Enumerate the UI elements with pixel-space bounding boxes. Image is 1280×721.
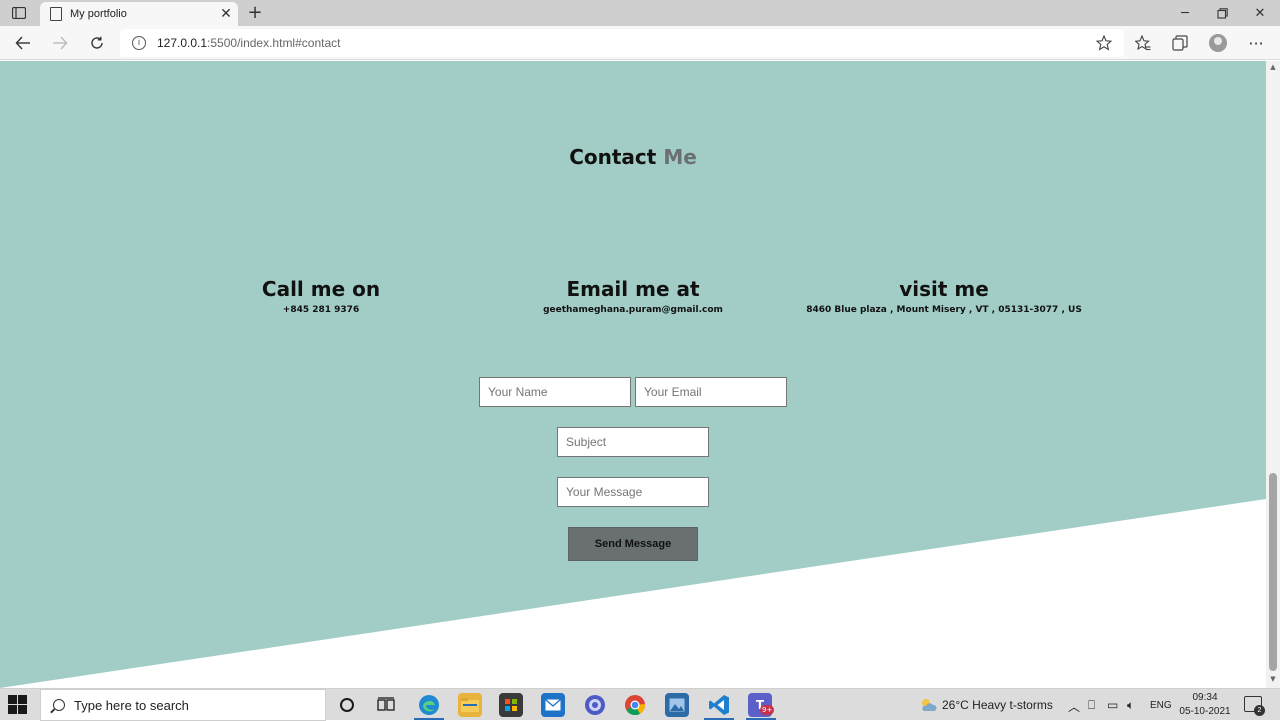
settings-menu-button[interactable]: ··· bbox=[1244, 31, 1268, 55]
tab-actions-icon bbox=[12, 7, 26, 19]
notification-count: 2 bbox=[1254, 705, 1265, 716]
url-host: 127.0.0.1 bbox=[157, 36, 208, 50]
windows-taskbar: Type here to search T 9+ 26°C Heavy t-st… bbox=[0, 688, 1280, 721]
chrome-icon[interactable] bbox=[623, 693, 647, 717]
browser-tab[interactable]: My portfolio ✕ bbox=[40, 2, 238, 26]
call-column: Call me on +845 281 9376 bbox=[171, 276, 471, 315]
name-input[interactable] bbox=[479, 377, 631, 407]
browser-toolbar: i 127.0.0.1:5500/index.html#contact ··· bbox=[0, 26, 1280, 60]
email-title: Email me at bbox=[566, 277, 700, 301]
restore-icon bbox=[1216, 7, 1228, 19]
more-icon: ··· bbox=[1248, 33, 1264, 53]
collections-button[interactable] bbox=[1168, 31, 1192, 55]
system-clock[interactable]: 09:34 05-10-2021 bbox=[1175, 691, 1235, 719]
new-tab-button[interactable]: + bbox=[246, 3, 264, 23]
weather-text[interactable]: 26°C Heavy t-storms bbox=[942, 698, 1053, 712]
url-text[interactable]: 127.0.0.1:5500/index.html#contact bbox=[157, 36, 340, 50]
address-text: 8460 Blue plaza , Mount Misery , VT , 05… bbox=[806, 305, 1082, 315]
contact-heading: Contact Me bbox=[0, 145, 1266, 169]
teams-badge: 9+ bbox=[760, 705, 775, 715]
store-icon[interactable] bbox=[499, 693, 523, 717]
scroll-thumb[interactable] bbox=[1269, 473, 1277, 671]
profile-button[interactable] bbox=[1206, 31, 1230, 55]
back-arrow-icon bbox=[15, 36, 30, 50]
email-input[interactable] bbox=[635, 377, 787, 407]
taskbar-search[interactable]: Type here to search bbox=[40, 689, 326, 721]
page-icon bbox=[50, 7, 62, 21]
profile-avatar bbox=[1209, 34, 1227, 52]
start-button[interactable] bbox=[8, 695, 28, 715]
favorites-icon bbox=[1135, 35, 1151, 51]
app-icon[interactable] bbox=[583, 693, 607, 717]
onedrive-icon[interactable]: ⎕ bbox=[1088, 698, 1095, 713]
vscode-icon[interactable] bbox=[707, 693, 731, 717]
show-hidden-icons-icon[interactable]: ︿ bbox=[1068, 698, 1080, 715]
add-favorite-icon[interactable] bbox=[1095, 34, 1113, 51]
windows-logo-icon bbox=[8, 695, 17, 704]
task-view-icon[interactable] bbox=[374, 693, 398, 717]
message-input[interactable] bbox=[557, 477, 709, 507]
visit-column: visit me 8460 Blue plaza , Mount Misery … bbox=[794, 276, 1094, 315]
photos-icon[interactable] bbox=[665, 693, 689, 717]
star-plus-icon bbox=[1095, 34, 1113, 51]
refresh-icon bbox=[91, 36, 103, 49]
page-scrollbar[interactable]: ▲ ▼ bbox=[1266, 61, 1280, 688]
weather-icon[interactable] bbox=[916, 693, 940, 717]
subject-input[interactable] bbox=[557, 427, 709, 457]
volume-icon[interactable]: 🔈︎ bbox=[1127, 698, 1134, 713]
tab-actions-button[interactable] bbox=[8, 4, 30, 22]
search-icon bbox=[53, 699, 65, 711]
address-bar[interactable]: i 127.0.0.1:5500/index.html#contact bbox=[120, 29, 1124, 57]
mail-icon[interactable] bbox=[541, 693, 565, 717]
forward-button[interactable] bbox=[48, 31, 72, 55]
teams-icon[interactable]: T 9+ bbox=[748, 693, 775, 717]
visit-title: visit me bbox=[899, 277, 989, 301]
language-indicator[interactable]: ENG bbox=[1150, 700, 1172, 711]
page-viewport: Contact Me Call me on +845 281 9376 Emai… bbox=[0, 61, 1266, 688]
search-placeholder: Type here to search bbox=[74, 697, 189, 713]
forward-arrow-icon bbox=[53, 36, 68, 50]
email-address: geethameghana.puram@gmail.com bbox=[543, 305, 723, 315]
cortana-icon[interactable] bbox=[335, 693, 359, 717]
contact-heading-main: Contact bbox=[569, 145, 657, 169]
back-button[interactable] bbox=[11, 31, 35, 55]
clock-time: 09:34 bbox=[1192, 692, 1218, 703]
scroll-up-icon[interactable]: ▲ bbox=[1266, 61, 1280, 73]
edge-icon[interactable] bbox=[417, 693, 441, 717]
scroll-down-icon[interactable]: ▼ bbox=[1266, 673, 1280, 685]
send-message-button[interactable]: Send Message bbox=[568, 527, 698, 561]
close-window-button[interactable]: ✕ bbox=[1247, 4, 1273, 22]
refresh-button[interactable] bbox=[85, 31, 109, 55]
browser-tab-bar: My portfolio ✕ + ─ ✕ bbox=[0, 0, 1280, 26]
call-title: Call me on bbox=[261, 277, 381, 301]
file-explorer-icon[interactable] bbox=[458, 693, 482, 717]
favorites-button[interactable] bbox=[1131, 31, 1155, 55]
battery-icon[interactable]: ▭ bbox=[1107, 698, 1118, 712]
info-icon[interactable]: i bbox=[132, 36, 146, 50]
tab-title: My portfolio bbox=[70, 8, 127, 20]
maximize-button[interactable] bbox=[1209, 4, 1235, 22]
url-path: :5500/index.html#contact bbox=[207, 36, 341, 50]
minimize-button[interactable]: ─ bbox=[1172, 4, 1198, 22]
collections-icon bbox=[1172, 35, 1188, 51]
contact-heading-accent: Me bbox=[663, 145, 697, 169]
close-tab-icon[interactable]: ✕ bbox=[214, 6, 238, 22]
email-column: Email me at geethameghana.puram@gmail.co… bbox=[483, 276, 783, 315]
clock-date: 05-10-2021 bbox=[1179, 706, 1231, 717]
phone-number: +845 281 9376 bbox=[282, 305, 360, 315]
